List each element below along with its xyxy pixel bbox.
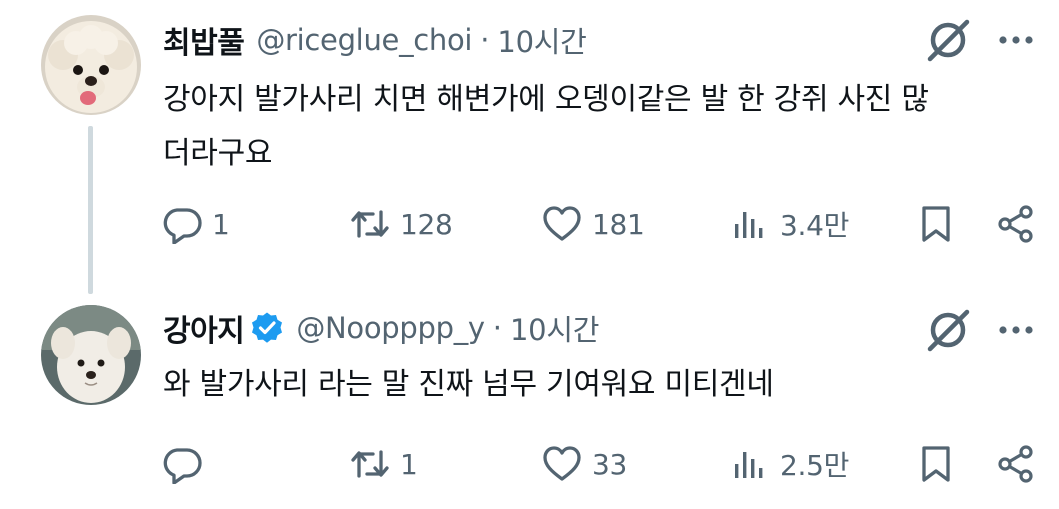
more-dots-icon[interactable] [994, 18, 1038, 62]
bookmark-button[interactable] [916, 199, 956, 249]
user-handle[interactable]: @riceglue_choi [256, 23, 472, 57]
avatar-image-dog [41, 305, 141, 405]
retweet-count: 128 [400, 207, 453, 241]
tweet-text-line: 더라구요 [163, 136, 273, 171]
thread-connector-line [88, 126, 93, 294]
view-count: 3.4만 [780, 209, 850, 242]
share-button[interactable] [996, 439, 1036, 489]
retweet-button[interactable]: 128 [350, 199, 453, 249]
display-name[interactable]: 최밥풀 [163, 18, 245, 62]
tweet-text: 강아지 발가사리 치면 해변가에 오뎅이같은 발 한 강쥐 사진 많 더라구요 [163, 73, 1043, 181]
share-button[interactable] [996, 199, 1036, 249]
verified-badge-icon[interactable] [250, 311, 284, 345]
share-icon [998, 445, 1033, 483]
tweet-header: 강아지 @Noopppp_y · 10시간 [163, 306, 599, 350]
views-chart-icon [735, 212, 763, 238]
separator-dot: · [492, 311, 503, 345]
tweet-actions: 1 33 2.5만 [160, 439, 1040, 489]
retweet-button[interactable]: 1 [350, 439, 418, 489]
bookmark-icon [922, 206, 950, 242]
reply-count: 1 [212, 207, 230, 241]
avatar[interactable] [41, 15, 141, 115]
share-icon [998, 205, 1033, 243]
reply-button[interactable]: 1 [162, 199, 230, 249]
heart-icon [543, 206, 581, 241]
like-button[interactable]: 181 [542, 199, 645, 249]
grok-icon[interactable] [924, 306, 972, 354]
user-handle[interactable]: @Noopppp_y [296, 311, 485, 345]
tweet-actions: 1 128 181 3.4만 [160, 199, 1040, 249]
separator-dot: · [480, 23, 490, 57]
retweet-icon [351, 210, 389, 238]
avatar-image-poodle [41, 15, 141, 115]
avatar[interactable] [41, 305, 141, 405]
view-count: 2.5만 [780, 449, 850, 482]
like-count: 33 [592, 447, 628, 481]
heart-icon [543, 446, 581, 481]
tweet-text-line: 강아지 발가사리 치면 해변가에 오뎅이같은 발 한 강쥐 사진 많 [163, 82, 929, 117]
views-button[interactable]: 3.4만 [730, 199, 849, 249]
views-button[interactable]: 2.5만 [730, 439, 849, 489]
bookmark-icon [922, 446, 950, 482]
retweet-icon [351, 450, 389, 478]
reply-icon [163, 208, 202, 244]
like-count: 181 [592, 207, 645, 241]
bookmark-button[interactable] [916, 439, 956, 489]
display-name[interactable]: 강아지 [163, 306, 245, 350]
like-button[interactable]: 33 [542, 439, 627, 489]
tweet-header: 최밥풀 @riceglue_choi · 10시간 [163, 18, 587, 62]
tweet-text-line: 와 발가사리 라는 말 진짜 넘무 기여워요 미티겐네 [163, 367, 774, 402]
grok-icon[interactable] [924, 16, 972, 64]
retweet-count: 1 [400, 447, 418, 481]
timestamp[interactable]: 10시간 [510, 307, 599, 349]
reply-button[interactable] [162, 439, 212, 489]
timestamp[interactable]: 10시간 [497, 19, 586, 61]
views-chart-icon [735, 452, 763, 478]
reply-icon [163, 448, 202, 484]
tweet-text: 와 발가사리 라는 말 진짜 넘무 기여워요 미티겐네 [163, 358, 1043, 412]
more-dots-icon[interactable] [994, 308, 1038, 352]
